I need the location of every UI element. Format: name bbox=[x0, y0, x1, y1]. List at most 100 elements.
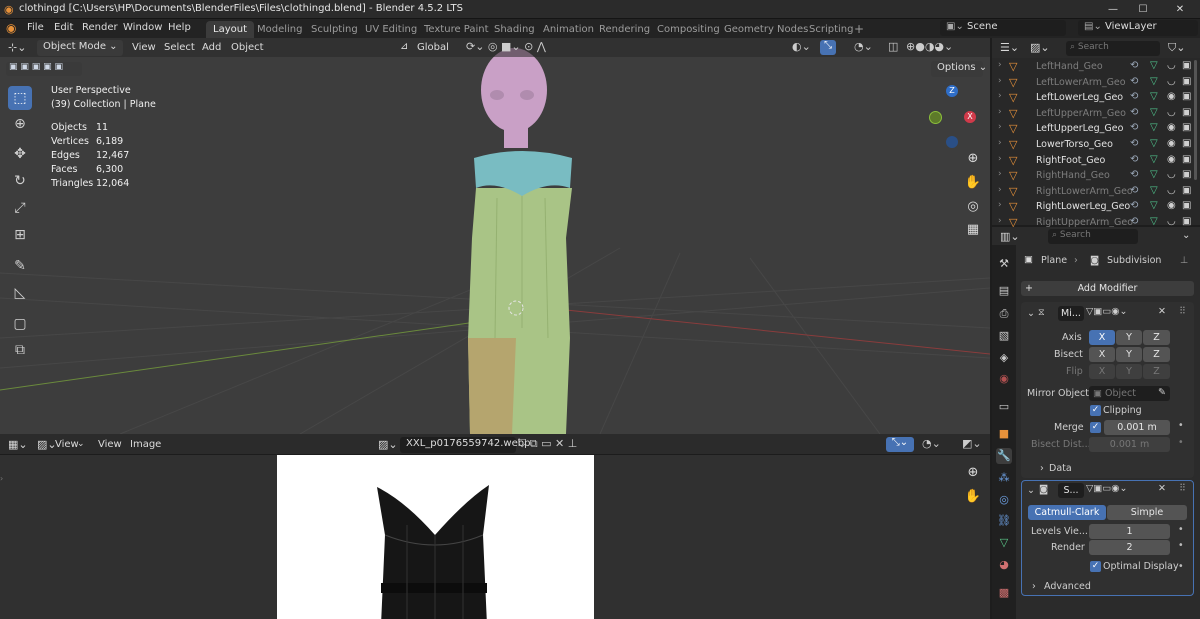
visibility-eye-icon[interactable]: ◡ bbox=[1167, 169, 1176, 180]
outliner-item[interactable]: › ▽ RightFoot_Geo ⟲ ▽ ◉ ▣ bbox=[994, 154, 1200, 169]
outliner-item[interactable]: › ▽ LeftUpperLeg_Geo ⟲ ▽ ◉ ▣ bbox=[994, 122, 1200, 137]
data-subpanel-label[interactable]: Data bbox=[1049, 463, 1072, 474]
render-camera-icon[interactable]: ▣ bbox=[1182, 122, 1191, 133]
ortho-grid-icon[interactable]: ▦ bbox=[962, 219, 984, 241]
bisect-z-toggle[interactable]: Z bbox=[1143, 347, 1170, 362]
optimal-keyframe-icon[interactable]: • bbox=[1178, 561, 1184, 572]
image-menu-image[interactable]: Image bbox=[130, 439, 161, 450]
simple-button[interactable]: Simple bbox=[1107, 505, 1187, 520]
transform-tool-icon[interactable]: ⊞ bbox=[8, 223, 32, 247]
add-workspace-button[interactable]: + bbox=[850, 21, 868, 38]
pivot-icon[interactable]: ⟳⌄ ◎ ■⌄ ⊙ ⋀ bbox=[466, 40, 546, 53]
selection-mode-icon[interactable]: ▣ ▣ ▣ ▣ ▣ bbox=[6, 62, 82, 76]
mesh-data-icon[interactable]: ▽ bbox=[1150, 138, 1158, 149]
object-tab-icon[interactable]: ■ bbox=[996, 426, 1012, 442]
zoom-icon[interactable]: ⊕ bbox=[962, 148, 984, 170]
mirror-name-field[interactable]: Mi... bbox=[1058, 306, 1084, 321]
shading-modes-icon[interactable]: ⊕●◑◕⌄ bbox=[906, 40, 953, 53]
add-cube-tool-icon[interactable]: ▢ bbox=[8, 312, 32, 336]
mesh-data-icon[interactable]: ▽ bbox=[1150, 216, 1158, 227]
render-camera-icon[interactable]: ▣ bbox=[1182, 107, 1191, 118]
image-menu-view[interactable]: View bbox=[98, 439, 122, 450]
image-mode-icon[interactable]: ▨⌄ bbox=[37, 438, 57, 451]
outliner-item[interactable]: › ▽ RightHand_Geo ⟲ ▽ ◡ ▣ bbox=[994, 169, 1200, 184]
subsurf-toggles-icon[interactable]: ▽▣▭◉⌄ bbox=[1086, 483, 1128, 494]
modifier-icon[interactable]: ⟲ bbox=[1130, 122, 1138, 133]
viewport-menu-select[interactable]: Select bbox=[164, 42, 195, 53]
gizmo-y-axis-icon[interactable] bbox=[929, 111, 942, 124]
mirror-toggles-icon[interactable]: ▽▣▭◉⌄ bbox=[1086, 306, 1128, 317]
modifier-icon[interactable]: ⟲ bbox=[1130, 91, 1138, 102]
tab-shading[interactable]: Shading bbox=[487, 21, 542, 38]
advanced-expand-icon[interactable]: › bbox=[1032, 581, 1036, 592]
outliner-item[interactable]: › ▽ LeftLowerArm_Geo ⟲ ▽ ◡ ▣ bbox=[994, 76, 1200, 91]
editor-type-image-icon[interactable]: ▦⌄ bbox=[8, 438, 28, 451]
pin-icon[interactable]: ⊥ bbox=[1180, 255, 1188, 266]
camera-view-icon[interactable]: ◎ bbox=[962, 196, 984, 218]
bisect-x-toggle[interactable]: X bbox=[1089, 347, 1115, 362]
expand-arrow-icon[interactable]: › bbox=[998, 200, 1002, 210]
scene-selector[interactable]: ▣⌄ Scene bbox=[940, 20, 1066, 36]
expand-arrow-icon[interactable]: › bbox=[998, 154, 1002, 164]
visibility-eye-icon[interactable]: ◡ bbox=[1167, 185, 1176, 196]
tab-rendering[interactable]: Rendering bbox=[592, 21, 657, 38]
modifier-icon[interactable]: ⟲ bbox=[1130, 138, 1138, 149]
outliner-editor-icon[interactable]: ☰⌄ bbox=[1000, 41, 1019, 54]
flip-y-toggle[interactable]: Y bbox=[1116, 364, 1142, 379]
render-camera-icon[interactable]: ▣ bbox=[1182, 169, 1191, 180]
render-camera-icon[interactable]: ▣ bbox=[1182, 76, 1191, 87]
menu-window[interactable]: Window bbox=[123, 22, 162, 33]
axis-x-toggle[interactable]: X bbox=[1089, 330, 1115, 345]
render-camera-icon[interactable]: ▣ bbox=[1182, 200, 1191, 211]
view-layer-tab-icon[interactable]: ▧ bbox=[996, 328, 1012, 344]
rotate-tool-icon[interactable]: ↻ bbox=[8, 169, 32, 193]
bisect-y-toggle[interactable]: Y bbox=[1116, 347, 1142, 362]
filter-icon[interactable]: ⛉⌄ bbox=[1168, 41, 1185, 55]
visibility-eye-icon[interactable]: ◡ bbox=[1167, 76, 1176, 87]
subsurf-delete-icon[interactable]: ✕ bbox=[1158, 483, 1166, 494]
mesh-data-icon[interactable]: ▽ bbox=[1150, 91, 1158, 102]
scene-tab-icon[interactable]: ◈ bbox=[996, 350, 1012, 366]
overlay-icon[interactable]: ◔⌄ bbox=[854, 40, 873, 53]
image-menu-view-mode[interactable]: View bbox=[55, 439, 79, 450]
viewport-menu-view[interactable]: View bbox=[132, 42, 156, 53]
expand-arrow-icon[interactable]: › bbox=[998, 216, 1002, 226]
visibility-icon[interactable]: ◐⌄ bbox=[792, 40, 811, 53]
render-camera-icon[interactable]: ▣ bbox=[1182, 91, 1191, 102]
advanced-subpanel-label[interactable]: Advanced bbox=[1044, 581, 1091, 592]
visibility-eye-icon[interactable]: ◡ bbox=[1167, 107, 1176, 118]
particles-tab-icon[interactable]: ⁂ bbox=[996, 470, 1012, 486]
render-camera-icon[interactable]: ▣ bbox=[1182, 138, 1191, 149]
flip-x-toggle[interactable]: X bbox=[1089, 364, 1115, 379]
viewport-menu-add[interactable]: Add bbox=[202, 42, 221, 53]
editor-type-3d-icon[interactable]: ⊹⌄ bbox=[8, 41, 26, 54]
visibility-eye-icon[interactable]: ◉ bbox=[1167, 138, 1176, 149]
subsurf-collapse-icon[interactable]: ⌄ bbox=[1027, 485, 1035, 496]
levels-viewport-field[interactable]: 1 bbox=[1089, 524, 1170, 539]
render-camera-icon[interactable]: ▣ bbox=[1182, 60, 1191, 71]
sidebar-toggle-icon[interactable]: › bbox=[0, 474, 3, 483]
expand-arrow-icon[interactable]: › bbox=[998, 185, 1002, 195]
mesh-data-icon[interactable]: ▽ bbox=[1150, 169, 1158, 180]
image-actions-icon[interactable]: ⛉ ⧉ ▭ ✕ ⊥ bbox=[518, 437, 577, 451]
axis-z-toggle[interactable]: Z bbox=[1143, 330, 1170, 345]
visibility-eye-icon[interactable]: ◡ bbox=[1167, 60, 1176, 71]
visibility-eye-icon[interactable]: ◉ bbox=[1167, 154, 1176, 165]
visibility-eye-icon[interactable]: ◉ bbox=[1167, 200, 1176, 211]
blender-menu-icon[interactable]: ◉ bbox=[6, 21, 16, 35]
cursor-tool-icon[interactable]: ⊕ bbox=[8, 112, 32, 136]
outliner-search-input[interactable]: ⌕ Search bbox=[1066, 41, 1160, 56]
image-editor[interactable]: › ⊕ ✋ bbox=[0, 434, 990, 619]
data-tab-icon[interactable]: ▽ bbox=[996, 535, 1012, 551]
tab-uv-editing[interactable]: UV Editing bbox=[358, 21, 424, 38]
render-tab-icon[interactable]: ▤ bbox=[996, 283, 1012, 299]
visibility-eye-icon[interactable]: ◉ bbox=[1167, 91, 1176, 102]
visibility-eye-icon[interactable]: ◉ bbox=[1167, 122, 1176, 133]
close-window-button[interactable]: ✕ bbox=[1166, 1, 1194, 18]
menu-file[interactable]: File bbox=[27, 22, 44, 33]
mesh-data-icon[interactable]: ▽ bbox=[1150, 76, 1158, 87]
select-box-tool-icon[interactable]: ⬚ bbox=[8, 86, 32, 110]
render-keyframe-icon[interactable]: • bbox=[1178, 540, 1184, 551]
mirror-delete-icon[interactable]: ✕ bbox=[1158, 306, 1166, 317]
clipping-checkbox[interactable]: ✓ bbox=[1090, 405, 1101, 416]
